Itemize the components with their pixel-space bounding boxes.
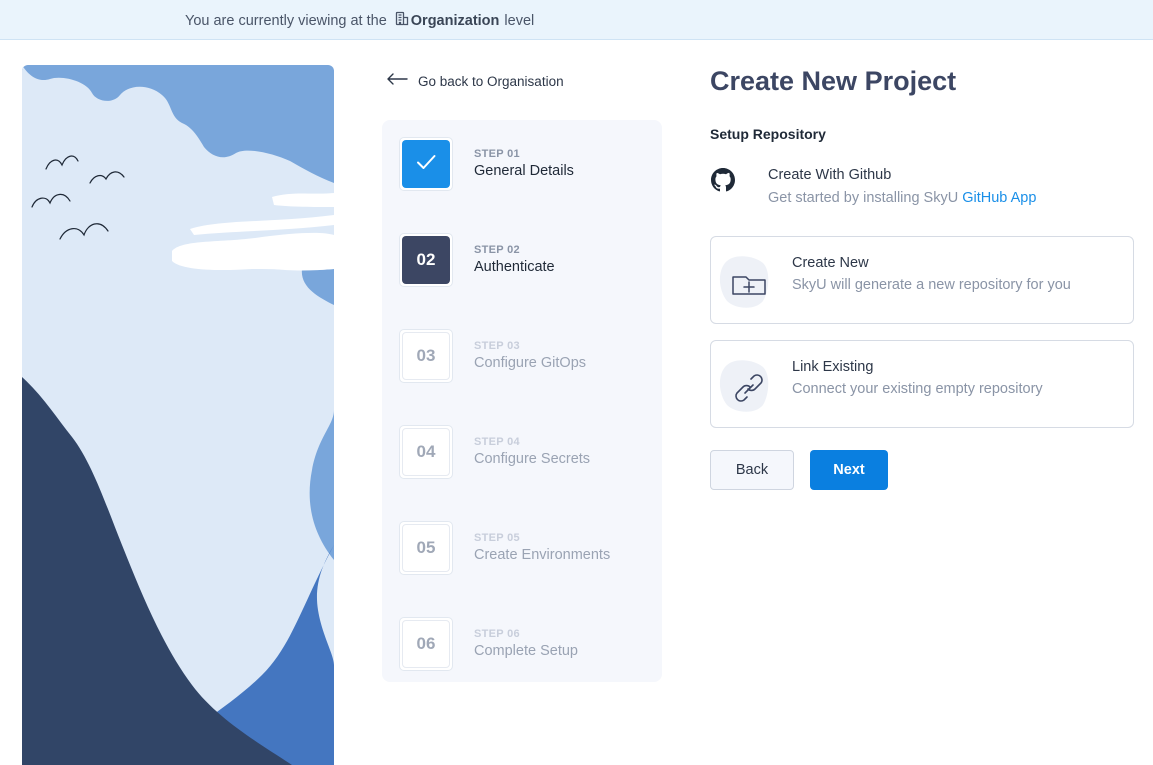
banner-text: You are currently viewing at the Organiz… — [185, 11, 534, 30]
steps-panel: STEP 01 General Details 02 STEP 02 Authe… — [382, 120, 662, 682]
step-number: 03 — [402, 332, 450, 380]
step-configure-secrets[interactable]: 04 STEP 04 Configure Secrets — [399, 425, 659, 481]
step-1-box — [399, 137, 453, 191]
step-label: Configure GitOps — [474, 355, 587, 371]
step-configure-gitops[interactable]: 03 STEP 03 Configure GitOps — [399, 329, 659, 385]
step-5-box: 05 — [399, 521, 453, 575]
back-button[interactable]: Back — [710, 450, 794, 490]
github-icon — [711, 168, 735, 197]
back-to-organisation-link[interactable]: Go back to Organisation — [386, 70, 564, 93]
step-number: 04 — [402, 428, 450, 476]
step-authenticate[interactable]: 02 STEP 02 Authenticate — [399, 233, 659, 289]
option-title: Create New — [792, 255, 869, 271]
step-label: Configure Secrets — [474, 451, 591, 467]
back-link-label: Go back to Organisation — [418, 74, 564, 89]
banner-suffix: level — [504, 12, 535, 29]
step-kicker: STEP 04 — [474, 436, 520, 448]
github-app-link[interactable]: GitHub App — [962, 190, 1036, 206]
building-icon — [395, 11, 409, 30]
option-desc: SkyU will generate a new repository for … — [792, 277, 1071, 293]
link-existing-repo-card[interactable]: Link Existing Connect your existing empt… — [710, 340, 1134, 428]
option-title: Link Existing — [792, 359, 874, 375]
step-label: Create Environments — [474, 547, 611, 563]
step-2-box: 02 — [399, 233, 453, 287]
banner-prefix: You are currently viewing at the — [185, 12, 387, 29]
step-4-box: 04 — [399, 425, 453, 479]
github-option-desc: Get started by installing SkyU GitHub Ap… — [768, 190, 1036, 206]
page-title: Create New Project — [710, 66, 957, 96]
next-button[interactable]: Next — [810, 450, 888, 490]
section-subtitle: Setup Repository — [710, 126, 826, 142]
link-icon — [719, 355, 771, 415]
check-icon — [415, 151, 437, 178]
option-desc: Connect your existing empty repository — [792, 381, 1043, 397]
step-kicker: STEP 06 — [474, 628, 520, 640]
step-label: Complete Setup — [474, 643, 578, 659]
step-label: General Details — [474, 163, 574, 179]
step-number: 06 — [402, 620, 450, 668]
step-kicker: STEP 01 — [474, 148, 520, 160]
step-general-details[interactable]: STEP 01 General Details — [399, 137, 659, 193]
step-number: 05 — [402, 524, 450, 572]
step-create-environments[interactable]: 05 STEP 05 Create Environments — [399, 521, 659, 577]
create-new-repo-card[interactable]: Create New SkyU will generate a new repo… — [710, 236, 1134, 324]
create-with-github-option[interactable]: Create With Github Get started by instal… — [710, 166, 1130, 214]
step-3-box: 03 — [399, 329, 453, 383]
step-6-box: 06 — [399, 617, 453, 671]
step-number: 02 — [402, 236, 450, 284]
step-label: Authenticate — [474, 259, 555, 275]
folder-plus-icon — [719, 251, 771, 311]
step-complete-setup[interactable]: 06 STEP 06 Complete Setup — [399, 617, 659, 673]
org-level-banner: You are currently viewing at the Organiz… — [0, 0, 1153, 40]
github-option-title: Create With Github — [768, 167, 892, 183]
illustration-panel — [22, 65, 334, 765]
step-kicker: STEP 03 — [474, 340, 520, 352]
github-desc-prefix: Get started by installing SkyU — [768, 190, 959, 206]
step-kicker: STEP 05 — [474, 532, 520, 544]
arrow-left-icon — [386, 70, 409, 93]
step-kicker: STEP 02 — [474, 244, 520, 256]
banner-level: Organization — [410, 12, 500, 29]
